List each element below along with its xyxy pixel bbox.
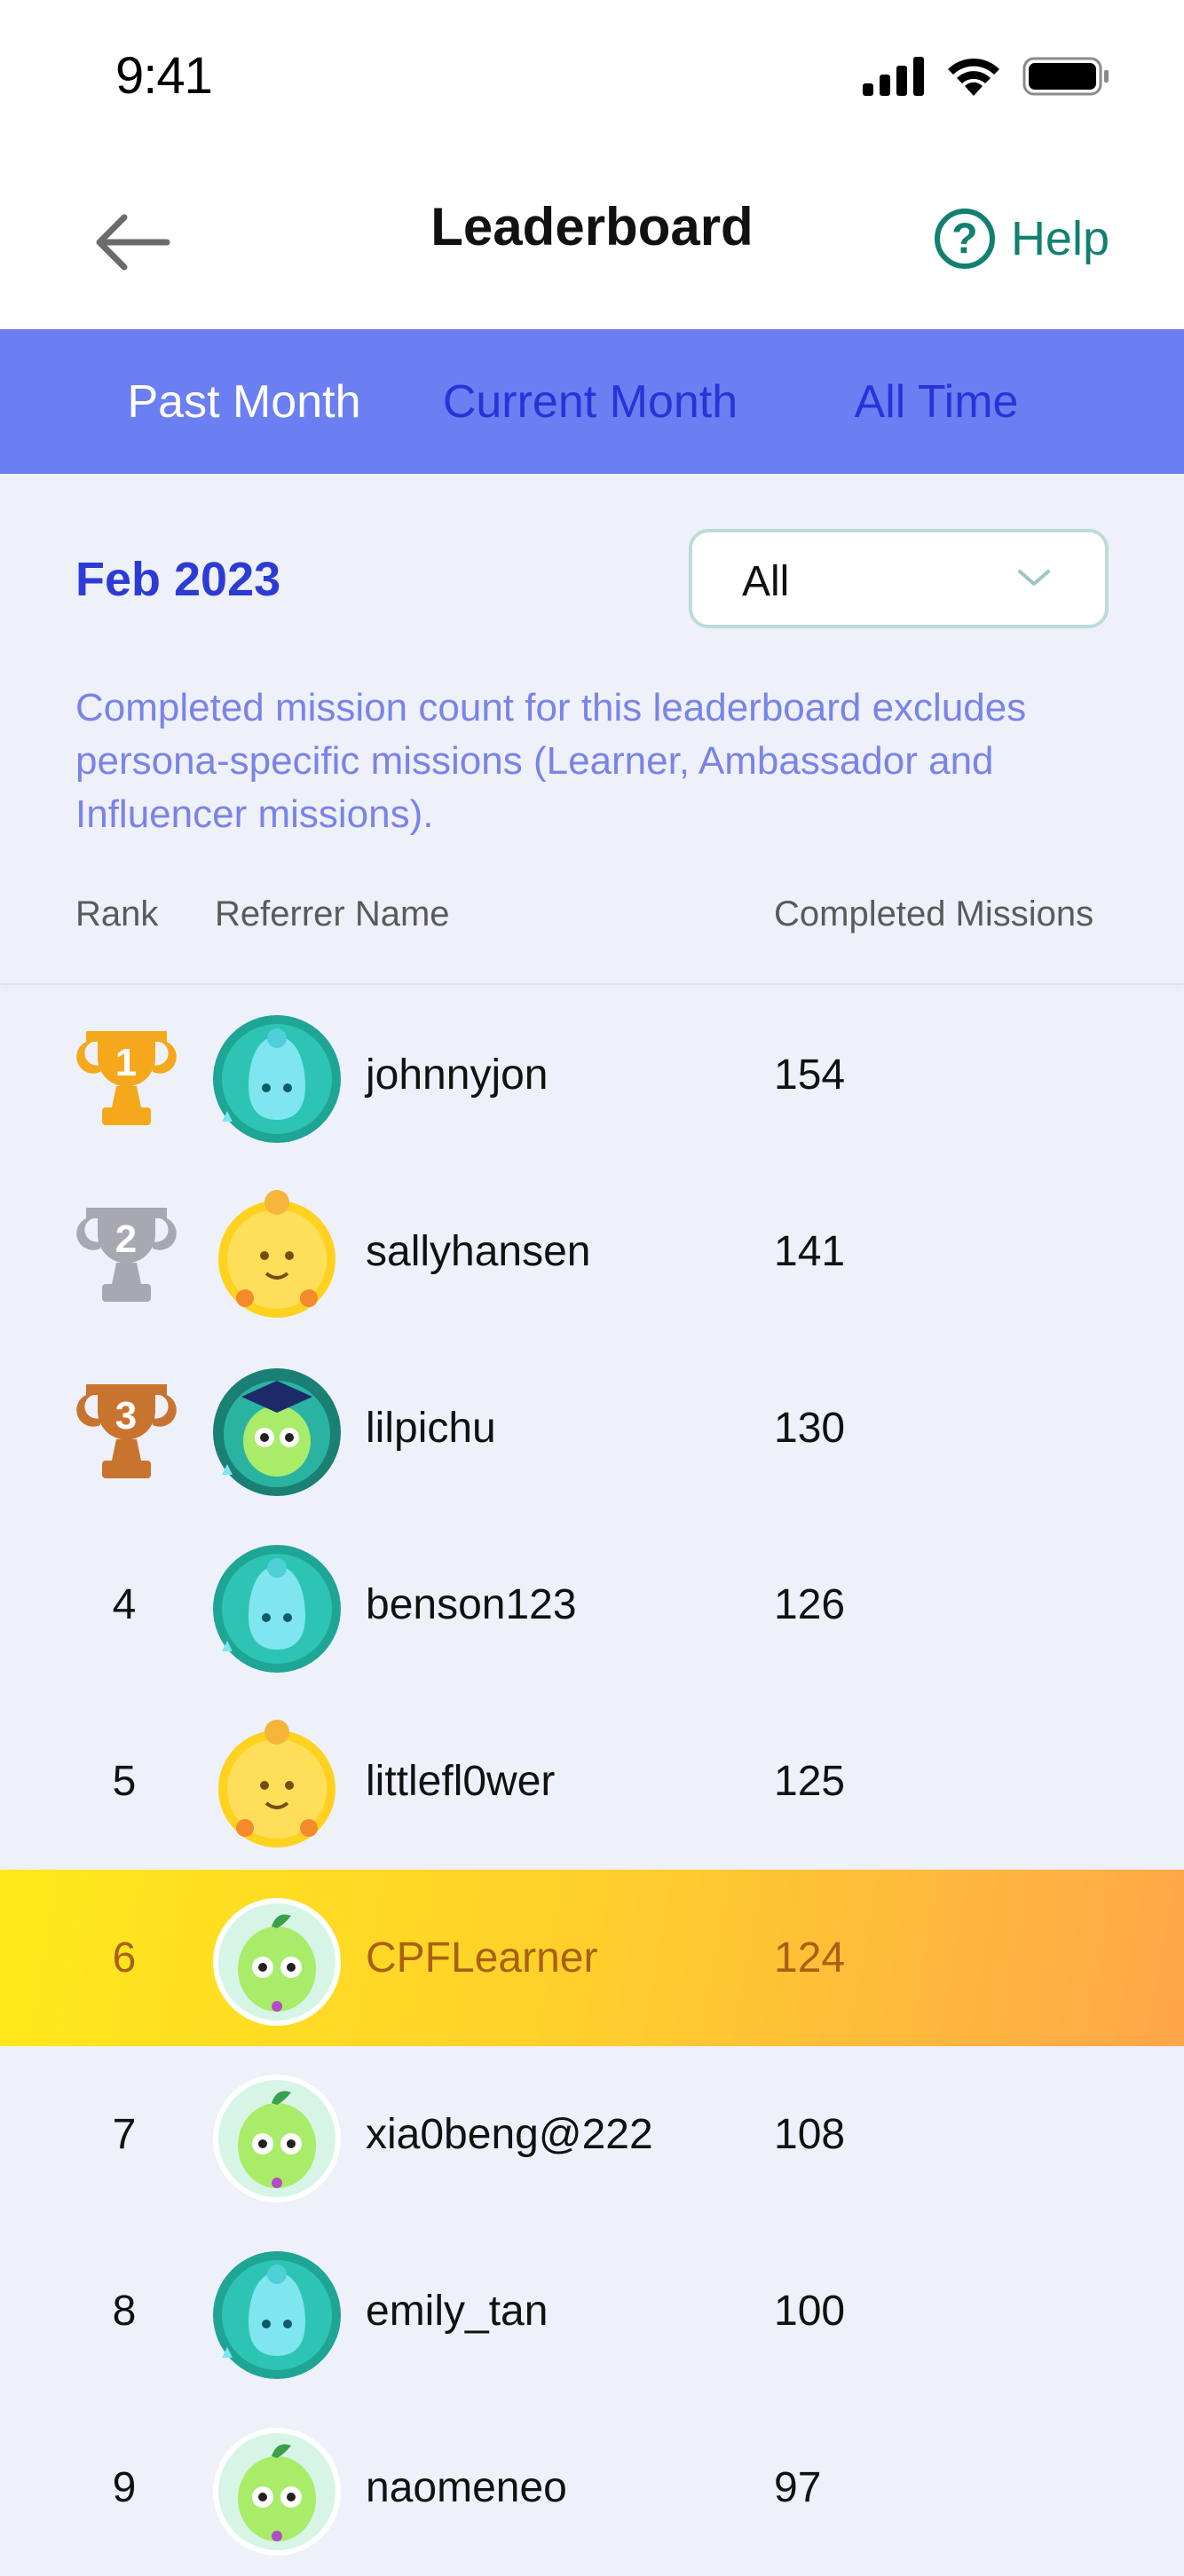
gold-mascot-icon	[218, 1190, 335, 1318]
referrer-name: sallyhansen	[366, 1228, 591, 1275]
tab-current-month[interactable]: Current Month	[399, 329, 781, 474]
app-header: Leaderboard ? Help	[0, 164, 1184, 329]
green-mascot-icon	[213, 1898, 341, 2026]
help-icon: ?	[934, 209, 995, 269]
silver-trophy-icon: 2	[76, 1208, 177, 1302]
referrer-name: emily_tan	[366, 2288, 549, 2335]
green-mascot-icon	[213, 2075, 341, 2202]
period-tabs: Past Month Current Month All Time	[0, 329, 1184, 474]
chevron-down-icon	[1018, 570, 1050, 586]
gold-trophy-icon: 1	[76, 1031, 177, 1125]
leaderboard-row[interactable]: 8 emily_tan 100	[0, 2223, 1184, 2399]
svg-text:3: 3	[115, 1394, 137, 1438]
help-label: Help	[1010, 212, 1109, 265]
column-header-missions: Completed Missions	[774, 894, 1094, 934]
teal-mascot-icon	[213, 2251, 341, 2379]
missions-count: 154	[774, 1052, 846, 1099]
tab-all-time[interactable]: All Time	[746, 329, 1127, 474]
gold-mascot-icon	[218, 1720, 335, 1847]
teal-mascot-icon	[213, 1545, 341, 1673]
missions-count: 126	[774, 1581, 846, 1628]
green-mascot-icon	[213, 2428, 341, 2556]
missions-count: 100	[774, 2288, 846, 2335]
missions-count: 130	[774, 1405, 846, 1452]
missions-count: 124	[774, 1934, 846, 1981]
current-user-row[interactable]: 6 CPFLearner 124	[0, 1870, 1184, 2046]
leaderboard-list: 1 johnnyjon 154 2 sallyhansen 141 3 lilp…	[0, 987, 1184, 2576]
status-time: 9:41	[115, 47, 213, 105]
graduate-mascot-icon	[213, 1368, 341, 1496]
leaderboard-row[interactable]: 3 lilpichu 130	[0, 1340, 1184, 1516]
column-header-rank: Rank	[75, 894, 159, 934]
header-divider	[0, 983, 1184, 985]
leaderboard-row[interactable]: 1 johnnyjon 154	[0, 987, 1184, 1163]
status-bar: 9:41	[0, 0, 1184, 164]
column-header-name: Referrer Name	[215, 894, 450, 934]
help-button[interactable]: ? Help	[934, 193, 1109, 285]
leaderboard-row[interactable]: 5 littlefl0wer 125	[0, 1693, 1184, 1870]
leaderboard-row[interactable]: 4 benson123 126	[0, 1516, 1184, 1693]
svg-text:2: 2	[115, 1217, 137, 1261]
rank-number: 9	[112, 2464, 137, 2511]
referrer-name: johnnyjon	[366, 1052, 549, 1099]
battery-icon	[1022, 57, 1109, 96]
referrer-name: benson123	[366, 1581, 577, 1628]
missions-count: 97	[774, 2464, 822, 2511]
rank-number: 5	[112, 1758, 137, 1805]
referrer-name: CPFLearner	[366, 1934, 598, 1981]
rank-number: 4	[112, 1581, 137, 1628]
signal-icon	[863, 57, 924, 96]
month-label: Feb 2023	[75, 553, 281, 606]
referrer-name: naomeneo	[366, 2464, 567, 2511]
missions-count: 108	[774, 2111, 846, 2158]
dropdown-value: All	[742, 558, 790, 605]
missions-count: 125	[774, 1758, 846, 1805]
svg-text:1: 1	[115, 1041, 137, 1084]
referrer-name: xia0beng@222	[366, 2111, 653, 2158]
leaderboard-row[interactable]: 7 xia0beng@222 108	[0, 2046, 1184, 2223]
wifi-icon	[948, 58, 999, 96]
teal-mascot-icon	[213, 1015, 341, 1143]
missions-count: 141	[774, 1228, 846, 1275]
rank-number: 8	[112, 2288, 137, 2335]
leaderboard-row[interactable]: 2 sallyhansen 141	[0, 1163, 1184, 1340]
leaderboard-note: Completed mission count for this leaderb…	[75, 686, 1027, 836]
category-dropdown[interactable]: All	[689, 529, 1109, 628]
rank-number: 7	[112, 2111, 137, 2158]
leaderboard-row[interactable]: 9 naomeneo 97	[0, 2399, 1184, 2576]
rank-number: 6	[112, 1934, 137, 1981]
referrer-name: lilpichu	[366, 1405, 496, 1452]
bronze-trophy-icon: 3	[76, 1384, 177, 1478]
tab-past-month[interactable]: Past Month	[53, 329, 435, 474]
referrer-name: littlefl0wer	[366, 1758, 556, 1805]
